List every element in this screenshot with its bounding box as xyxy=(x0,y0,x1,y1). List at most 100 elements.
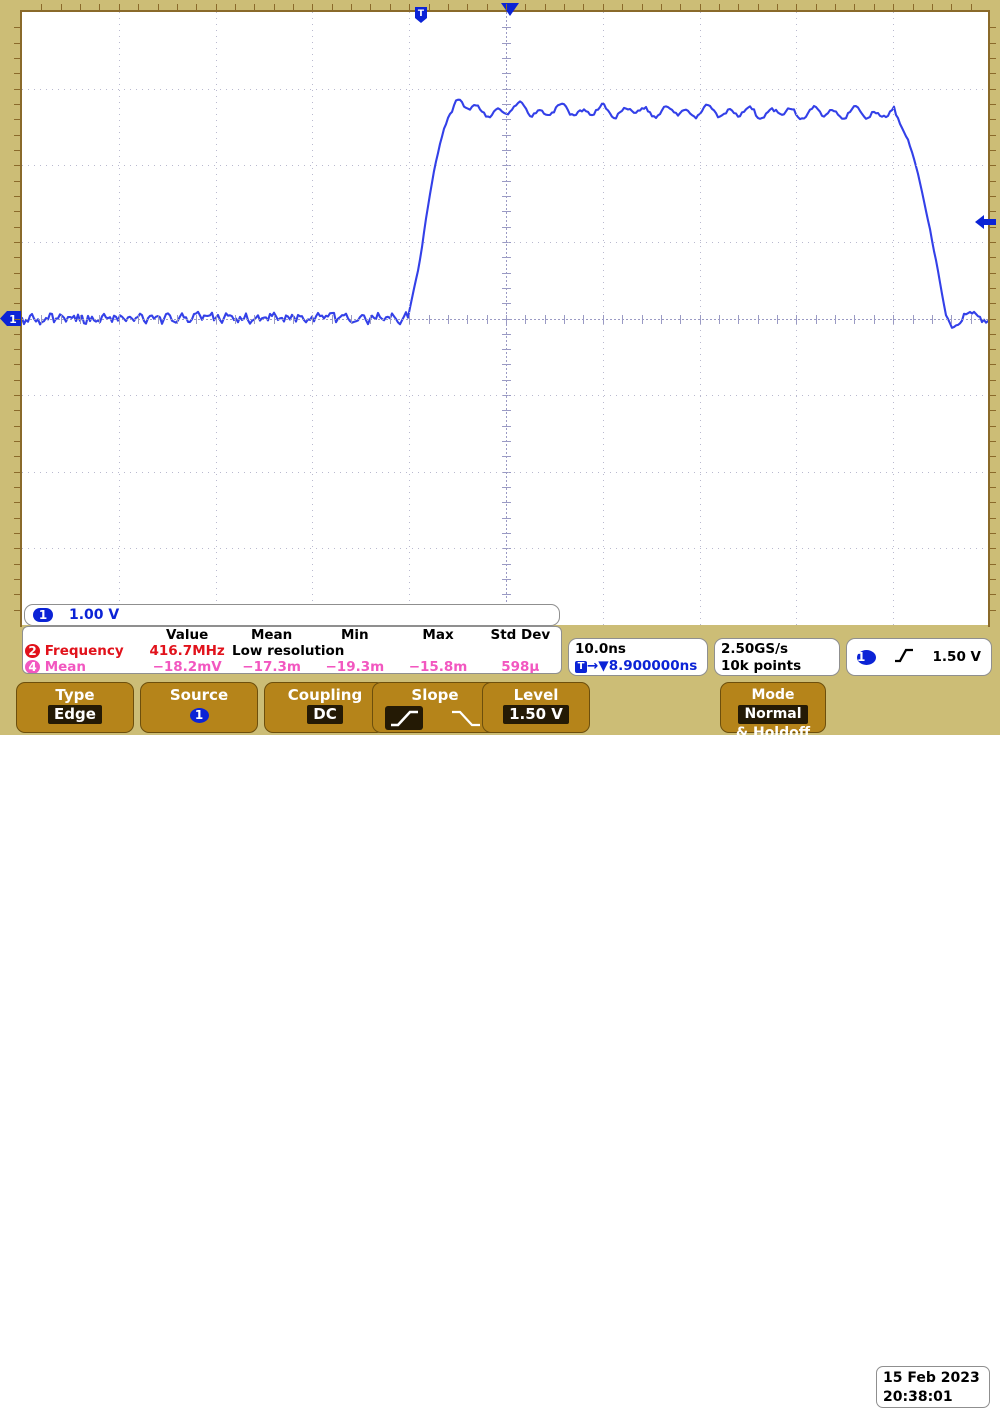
ruler-tick xyxy=(14,257,20,259)
measurement-header-stddev: Std Dev xyxy=(490,627,551,643)
ruler-tick xyxy=(873,4,875,10)
trigger-type-button[interactable]: Type Edge xyxy=(16,682,134,733)
slope-options xyxy=(373,706,497,730)
trigger-level-marker[interactable] xyxy=(975,214,997,234)
ruler-tick xyxy=(583,4,585,10)
ruler-tick xyxy=(176,4,178,10)
ruler-tick xyxy=(370,4,372,10)
trigger-mode-button[interactable]: Mode Normal & Holdoff xyxy=(720,682,826,741)
grid-tick xyxy=(502,564,511,565)
ruler-tick xyxy=(14,149,20,151)
rising-edge-icon[interactable] xyxy=(385,706,423,730)
ruler-tick xyxy=(796,4,798,10)
grid-tick xyxy=(502,518,511,519)
grid-tick xyxy=(502,594,511,595)
grid-tick xyxy=(216,315,217,324)
level-caption: Level xyxy=(513,686,559,704)
grid-tick xyxy=(506,315,507,324)
mode-value: Normal xyxy=(738,705,808,724)
ruler-tick xyxy=(467,4,469,10)
measurement-header-mean: Mean xyxy=(250,627,293,643)
ruler-tick xyxy=(99,4,101,10)
ruler-tick xyxy=(970,4,972,10)
oscilloscope-screen: T 1 1 1.00 V Value Mean Min Max Std Dev … xyxy=(0,0,1000,1408)
grid-tick xyxy=(502,410,511,411)
trigger-coupling-button[interactable]: Coupling DC xyxy=(264,682,386,733)
trigger-delay-value: 8.900000ns xyxy=(608,658,698,674)
ruler-tick xyxy=(931,4,933,10)
grid-tick xyxy=(564,315,565,324)
ruler-tick xyxy=(990,410,996,412)
ruler-tick xyxy=(14,333,20,335)
grid-tick xyxy=(603,315,604,324)
acquisition-readout[interactable]: 2.50GS/s 10k points xyxy=(714,638,840,676)
grid-tick xyxy=(502,334,511,335)
channel1-ground-marker[interactable]: 1 xyxy=(0,310,22,331)
table-row[interactable]: 4 Mean −18.2mV −17.3m −19.3m −15.8m 598µ xyxy=(23,659,561,674)
ruler-tick xyxy=(660,4,662,10)
ruler-tick xyxy=(14,134,20,136)
channel1-scale-readout[interactable]: 1 1.00 V xyxy=(24,604,560,626)
trigger-position-icon[interactable]: T xyxy=(414,6,428,24)
ruler-tick xyxy=(893,4,895,10)
measurement-name-mean: 4 Mean xyxy=(23,659,144,674)
ruler-tick xyxy=(990,517,996,519)
measurement-table[interactable]: Value Mean Min Max Std Dev 2 Frequency 4… xyxy=(22,626,562,674)
ruler-tick xyxy=(14,103,20,105)
ruler-tick xyxy=(14,57,20,59)
ruler-tick xyxy=(293,4,295,10)
mean-stddev: 598µ xyxy=(501,659,540,674)
ruler-tick xyxy=(14,241,20,243)
grid-tick xyxy=(502,441,511,442)
table-row[interactable]: 2 Frequency 416.7MHz Low resolution xyxy=(23,643,561,659)
grid-tick xyxy=(874,315,875,324)
measurement-badge: 2 xyxy=(25,644,40,658)
grid-tick xyxy=(293,315,294,324)
rising-edge-icon xyxy=(894,647,914,668)
trigger-level-button[interactable]: Level 1.50 V xyxy=(482,682,590,733)
trigger-readout[interactable]: 1 1.50 V xyxy=(846,638,992,676)
ruler-tick xyxy=(990,119,996,121)
ruler-tick xyxy=(14,563,20,565)
grid-tick xyxy=(816,315,817,324)
source-caption: Source xyxy=(169,686,229,704)
frequency-status: Low resolution xyxy=(232,643,345,659)
grid-tick xyxy=(448,315,449,324)
grid-tick xyxy=(177,315,178,324)
ruler-tick xyxy=(622,4,624,10)
ruler-tick xyxy=(990,272,996,274)
time-value: 20:38:01 xyxy=(883,1389,953,1405)
ruler-tick xyxy=(138,4,140,10)
mode-holdoff-label: & Holdoff xyxy=(735,725,811,741)
grid-tick xyxy=(235,315,236,324)
trigger-source-button[interactable]: Source 1 xyxy=(140,682,258,733)
measurement-label: Frequency xyxy=(44,643,124,659)
grid-tick xyxy=(700,315,701,324)
ruler-tick xyxy=(14,27,20,29)
trigger-delay-row: T →▼8.900000ns xyxy=(575,658,701,675)
ruler-tick xyxy=(428,4,430,10)
coupling-caption: Coupling xyxy=(287,686,363,704)
grid-tick xyxy=(99,315,100,324)
ruler-tick xyxy=(718,4,720,10)
ruler-tick xyxy=(14,379,20,381)
ruler-tick xyxy=(990,211,996,213)
ruler-tick xyxy=(447,4,449,10)
ruler-tick xyxy=(990,73,996,75)
ruler-tick xyxy=(14,471,20,473)
ruler-tick xyxy=(777,4,779,10)
horizontal-timebase-readout[interactable]: 10.0ns T →▼8.900000ns xyxy=(568,638,708,676)
channel1-volts-per-div: 1.00 V xyxy=(69,607,120,623)
trigger-slope-button[interactable]: Slope xyxy=(372,682,498,733)
ruler-tick xyxy=(14,195,20,197)
grid-tick xyxy=(370,315,371,324)
trigger-position-mini-icon: T xyxy=(575,661,587,673)
type-value: Edge xyxy=(48,705,102,724)
grid-tick xyxy=(502,150,511,151)
ruler-tick xyxy=(990,548,996,550)
grid-tick xyxy=(951,315,952,324)
measurement-label: Mean xyxy=(44,659,87,674)
grid-tick xyxy=(502,502,511,503)
waveform-plot-area[interactable] xyxy=(22,12,990,625)
falling-edge-icon[interactable] xyxy=(447,706,485,730)
